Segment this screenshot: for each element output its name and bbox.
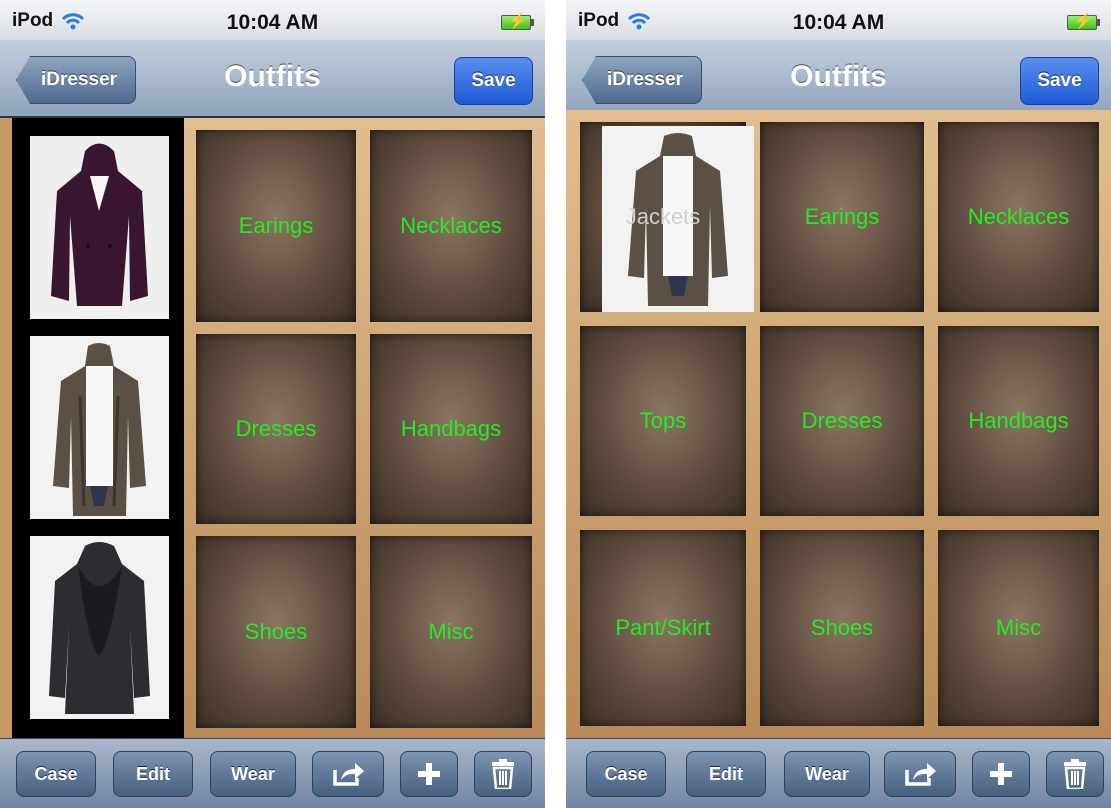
shelf-label: Tops (639, 408, 687, 433)
shelf-cell-earings[interactable]: Earings (760, 122, 924, 312)
wear-button[interactable]: Wear (784, 751, 870, 797)
bottom-toolbar: Case Edit Wear (566, 738, 1111, 808)
share-icon (333, 763, 364, 786)
jacket-thumbnail[interactable] (30, 136, 169, 319)
save-button[interactable]: Save (1020, 57, 1099, 105)
edit-button[interactable]: Edit (686, 751, 766, 797)
phone-screen-left: iPod 10:04 AM ⚡ iDresser Outfits Save Ea… (0, 0, 545, 808)
navigation-bar: iDresser Outfits Save (566, 40, 1111, 118)
wear-button[interactable]: Wear (210, 751, 296, 797)
shelf-cell-misc[interactable]: Misc (370, 536, 532, 728)
jacket-thumbnail[interactable] (30, 536, 169, 719)
closet-shelf: Jackets Earings Necklaces Tops Dresses H… (566, 110, 1111, 738)
battery-icon: ⚡ (501, 13, 534, 30)
navigation-bar: iDresser Outfits Save (0, 40, 545, 118)
case-button[interactable]: Case (16, 751, 96, 797)
save-button[interactable]: Save (454, 57, 533, 105)
shelf-cell-necklaces[interactable]: Necklaces (938, 122, 1099, 312)
status-time: 10:04 AM (792, 11, 885, 34)
shelf-label: Earings (804, 204, 880, 229)
delete-button[interactable] (1046, 751, 1104, 797)
shelf-label: Shoes (244, 619, 308, 644)
trash-icon (492, 759, 514, 791)
jacket-photo-strip[interactable] (12, 118, 184, 738)
shelf-label: Pant/Skirt (615, 615, 711, 640)
share-button[interactable] (312, 751, 384, 797)
shelf-cell-tops[interactable]: Tops (580, 326, 746, 516)
add-button[interactable] (400, 751, 458, 797)
shelf-cell-handbags[interactable]: Handbags (938, 326, 1099, 516)
phone-screen-right: iPod 10:04 AM ⚡ iDresser Outfits Save Ja… (566, 0, 1111, 808)
closet-shelf: Earings Necklaces Dresses Handbags Shoes… (0, 118, 545, 738)
shelf-label: Earings (238, 213, 314, 238)
shelf-cell-earings[interactable]: Earings (196, 130, 356, 322)
shelf-cell-pant-skirt[interactable]: Pant/Skirt (580, 530, 746, 726)
bottom-toolbar: Case Edit Wear (0, 738, 545, 808)
status-bar: iPod 10:04 AM ⚡ (0, 0, 545, 40)
share-button[interactable] (884, 751, 956, 797)
shelf-cell-necklaces[interactable]: Necklaces (370, 130, 532, 322)
shelf-label: Shoes (810, 615, 874, 640)
battery-icon: ⚡ (1067, 13, 1100, 30)
trash-icon (1064, 759, 1086, 791)
shelf-cell-shoes[interactable]: Shoes (196, 536, 356, 728)
shelf-label: Jackets (625, 204, 701, 229)
purple-jacket-image (30, 136, 169, 319)
shelf-label: Dresses (235, 416, 317, 441)
edit-button[interactable]: Edit (113, 751, 193, 797)
black-scarf-coat-image (30, 536, 169, 719)
add-button[interactable] (972, 751, 1030, 797)
shelf-cell-misc[interactable]: Misc (938, 530, 1099, 726)
plus-icon (990, 763, 1012, 785)
plus-icon (418, 763, 440, 785)
shelf-cell-dresses[interactable]: Dresses (196, 334, 356, 524)
case-button[interactable]: Case (586, 751, 666, 797)
status-time: 10:04 AM (226, 11, 319, 34)
shelf-label: Handbags (968, 408, 1069, 433)
shelf-label: Dresses (801, 408, 883, 433)
shelf-label: Handbags (400, 416, 502, 441)
shelf-cell-dresses[interactable]: Dresses (760, 326, 924, 516)
jacket-thumbnail[interactable] (30, 336, 169, 519)
shelf-label: Necklaces (400, 213, 502, 238)
shelf-label: Necklaces (967, 204, 1070, 229)
shelf-label: Misc (428, 619, 474, 644)
shelf-cell-handbags[interactable]: Handbags (370, 334, 532, 524)
status-bar: iPod 10:04 AM ⚡ (566, 0, 1111, 40)
shelf-label: Misc (995, 615, 1042, 640)
shelf-cell-shoes[interactable]: Shoes (760, 530, 924, 726)
shelf-cell-jackets[interactable]: Jackets (580, 122, 754, 312)
gray-cardigan-image (30, 336, 169, 519)
share-icon (905, 763, 936, 786)
delete-button[interactable] (474, 751, 532, 797)
